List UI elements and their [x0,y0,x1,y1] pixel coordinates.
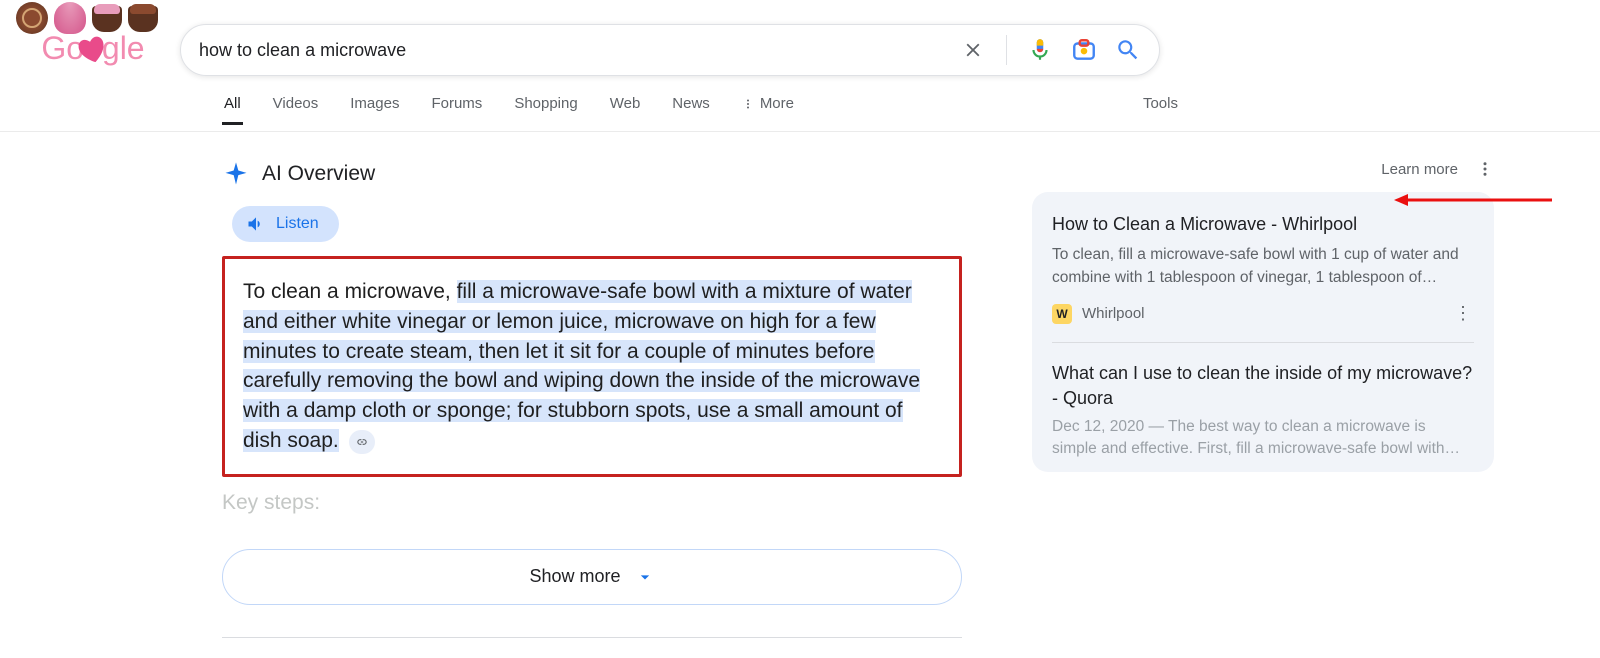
show-more-button[interactable]: Show more [222,549,962,605]
show-more-label: Show more [529,566,620,587]
card-menu-icon[interactable]: ⋮ [1454,303,1474,324]
source-cards: How to Clean a Microwave - Whirlpool To … [1032,192,1494,472]
search-input[interactable] [199,40,960,61]
learn-more-link[interactable]: Learn more [1381,161,1458,178]
listen-label: Listen [276,215,319,233]
ai-overview-title: AI Overview [262,162,375,186]
brand-logo[interactable]: Google [6,30,180,67]
tab-videos[interactable]: Videos [271,83,321,124]
doodle-cupcake-icon [92,6,122,32]
tab-forums[interactable]: Forums [429,83,484,124]
search-icon[interactable] [1115,37,1141,63]
source-name: Whirlpool [1082,305,1145,322]
chevron-down-icon [635,567,655,587]
speaker-icon [246,214,266,234]
doodle-cupcake-icon [128,6,158,32]
ai-answer-text: To clean a microwave, fill a microwave-s… [243,277,941,456]
card-title: What can I use to clean the inside of my… [1052,361,1474,410]
voice-search-icon[interactable] [1027,37,1053,63]
logo-area: Google [0,0,180,67]
listen-button[interactable]: Listen [232,206,339,242]
ai-answer-box: To clean a microwave, fill a microwave-s… [222,256,962,477]
tab-images[interactable]: Images [348,83,401,124]
tabs-bar: All Videos Images Forums Shopping Web Ne… [0,76,1600,132]
source-card[interactable]: What can I use to clean the inside of my… [1052,361,1474,472]
source-card[interactable]: How to Clean a Microwave - Whirlpool To … [1052,212,1474,324]
tab-web[interactable]: Web [608,83,643,124]
citation-link-icon[interactable] [349,430,375,454]
divider [1006,35,1007,65]
divider [1052,342,1474,343]
card-title: How to Clean a Microwave - Whirlpool [1052,212,1474,236]
clear-icon[interactable] [960,37,986,63]
tab-shopping[interactable]: Shopping [512,83,579,124]
tab-news[interactable]: News [670,83,712,124]
card-snippet: Dec 12, 2020 — The best way to clean a m… [1052,416,1474,461]
ai-highlighted-text: fill a microwave-safe bowl with a mixtur… [243,280,920,452]
card-snippet: To clean, fill a microwave-safe bowl wit… [1052,244,1474,289]
ai-lead: To clean a microwave, [243,280,457,303]
image-search-icon[interactable] [1071,37,1097,63]
card-source: W Whirlpool ⋮ [1052,303,1474,324]
tab-more[interactable]: More [740,83,796,124]
divider [222,637,962,638]
source-favicon-icon: W [1052,304,1072,324]
overflow-menu-icon[interactable] [1476,160,1494,178]
tab-all[interactable]: All [222,83,243,125]
sparkle-icon [222,160,250,188]
key-steps-heading: Key steps: [222,491,962,515]
search-bar [180,24,1160,76]
tools-button[interactable]: Tools [1141,83,1180,124]
